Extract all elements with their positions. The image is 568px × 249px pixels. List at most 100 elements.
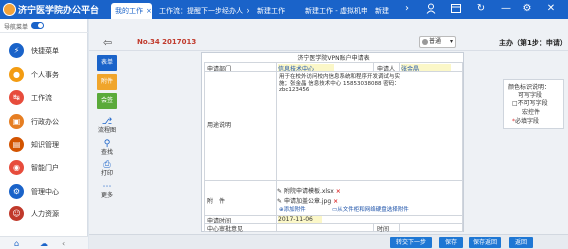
approver-value-cell (276, 223, 374, 232)
save-and-return-button[interactable]: 保存返回 (469, 237, 501, 248)
sidebar-item-label: 人力资源 (31, 210, 59, 218)
doc-number-value: 34 2017013 (150, 38, 197, 46)
sidebar-item-knowledge[interactable]: ▤ 知识管理 (0, 137, 88, 153)
desc-label: 用途说明 (207, 122, 232, 129)
time-value-cell (399, 223, 463, 232)
sidebar-item-portal[interactable]: ◉ 智能门户 (0, 160, 88, 176)
approver-label-cell: 中心审批意见 (204, 223, 277, 233)
priority-value: 普通 (429, 38, 442, 45)
sidebar-item-label: 工作流 (31, 94, 52, 102)
sidebar-item-label: 智能门户 (31, 164, 59, 172)
tool-label: 更多 (100, 192, 113, 199)
close-icon[interactable]: × (246, 7, 249, 15)
print-tool[interactable]: ⎙ 打印 (97, 160, 117, 177)
desc-textarea[interactable]: 用于在校外访问校内信息系统和程序开发调试与实施；张金晶 信息技术中心 15853… (279, 74, 404, 94)
save-button[interactable]: 保存 (439, 237, 463, 248)
sidebar-item-shortcuts[interactable]: ⚡ 快捷菜单 (0, 43, 88, 59)
tab-label: 新建 (375, 7, 389, 15)
legend-item-macro: 宏控件 (522, 109, 541, 116)
form-tab-button[interactable]: 表单 (97, 55, 117, 71)
legend-item-required: *必填字段 (512, 118, 540, 125)
flowchart-tool[interactable]: ⎇ 流程图 (97, 117, 117, 134)
refresh-icon[interactable]: ↻ (475, 3, 487, 15)
sidebar-item-workflow[interactable]: ↹ 工作流 (0, 90, 88, 106)
attachment-file-2[interactable]: ✎ 申请加盖公章.jpg × (277, 196, 338, 205)
book-icon: ▤ (9, 137, 24, 152)
settings-icon[interactable]: ⚙ (521, 3, 533, 15)
attach-label-cell: 附 件 (204, 180, 277, 216)
minimize-icon[interactable]: — (500, 3, 512, 15)
search-icon: ⚲ (103, 139, 111, 149)
time-label: 时间 (377, 226, 390, 233)
tab-label: 新建工作 - 虚拟机申请 (305, 7, 367, 15)
date-field[interactable]: 2017-11-06 (278, 216, 322, 223)
form-title: 济宁医学院VPN账户申请表 (297, 55, 370, 62)
tab-label: 工作流：提醒下一步经办人 (159, 7, 243, 15)
attachment-tab-button[interactable]: 附件 (97, 74, 117, 90)
collapse-icon[interactable]: ‹ (62, 239, 65, 248)
person-icon: ● (9, 67, 24, 82)
delete-icon[interactable]: × (336, 188, 341, 195)
nav-menu-label: 导航菜单 (4, 24, 29, 31)
calendar-icon[interactable] (450, 3, 462, 15)
attach-label: 附 件 (207, 198, 226, 205)
sidebar-item-label: 管理中心 (31, 188, 59, 196)
tab-scroll-right-icon[interactable]: › (401, 3, 413, 15)
time-label-cell: 时间 (373, 223, 400, 233)
team-icon: ☺ (9, 206, 24, 221)
color-legend: 颜色标识说明： 可写字段 □不可写字段 宏控件 *必填字段 (503, 79, 564, 129)
return-button[interactable]: 返回 (509, 237, 533, 248)
tab-new-work[interactable]: 新建工作 (253, 3, 297, 19)
sidebar-item-label: 知识管理 (31, 141, 59, 149)
nav-menu-switch[interactable] (31, 22, 44, 29)
desc-value-cell: 用于在校外访问校内信息系统和程序开发调试与实施；张金晶 信息技术中心 15853… (276, 71, 463, 181)
sidebar-item-admin[interactable]: ⚙ 管理中心 (0, 184, 88, 200)
close-window-icon[interactable]: ✕ (545, 3, 557, 15)
select-from-cabinet-link[interactable]: ▭从文件柜和网络硬盘选择附件 (332, 205, 409, 213)
tab-new-work-vm[interactable]: 新建工作 - 虚拟机申请 (301, 3, 367, 19)
app-title: 济宁医学院办公平台 (18, 6, 100, 16)
sidebar: 导航菜单 ⚡ 快捷菜单 ● 个人事务 ↹ 工作流 ▣ 行政办公 ▤ 知识管理 ◉… (0, 19, 88, 249)
tool-label: 流程图 (97, 127, 116, 134)
sidebar-item-hr[interactable]: ☺ 人力资源 (0, 206, 88, 222)
sidebar-bottom-bar: ⌂ ☁ ‹ (0, 236, 88, 249)
sidebar-item-label: 快捷菜单 (31, 47, 59, 55)
desc-label-cell: 用途说明 (204, 71, 277, 181)
attachment-filename: 附院申请模板.xlsx (283, 188, 334, 195)
approver-label: 中心审批意见 (207, 226, 244, 233)
more-tool[interactable]: ⋯ 更多 (97, 182, 117, 199)
delete-icon[interactable]: × (333, 198, 338, 205)
back-arrow-icon[interactable]: ⇦ (103, 36, 112, 49)
cloud-icon[interactable]: ☁ (40, 239, 48, 248)
close-icon[interactable]: × (146, 7, 152, 15)
top-bar: 济宁医学院办公平台 我的工作 × 工作流：提醒下一步经办人 × 新建工作 新建工作 … (0, 0, 568, 19)
tab-workflow-reminder[interactable]: 工作流：提醒下一步经办人 × (155, 3, 249, 19)
home-icon[interactable]: ⌂ (14, 239, 19, 248)
user-icon[interactable] (425, 3, 437, 15)
flowchart-icon: ⎇ (101, 117, 113, 127)
forward-next-step-button[interactable]: 转交下一步 (390, 237, 432, 248)
tab-new[interactable]: 新建 (371, 3, 395, 19)
sidebar-item-office[interactable]: ▣ 行政办公 (0, 114, 88, 130)
more-icon: ⋯ (102, 182, 112, 192)
gear-icon: ⚙ (9, 184, 24, 199)
attachment-filename: 申请加盖公章.jpg (283, 198, 332, 205)
legend-item-readonly: □不可写字段 (512, 100, 548, 107)
sidebar-item-personal[interactable]: ● 个人事务 (0, 67, 88, 83)
chevron-down-icon: ▾ (449, 38, 453, 45)
print-icon: ⎙ (103, 160, 111, 170)
step-label: 主办（第1步：申请） (499, 39, 567, 47)
action-toolbar: 表单 附件 会签 ⎇ 流程图 ⚲ 查找 ⎙ 打印 ⋯ 更多 (97, 55, 117, 220)
search-tool[interactable]: ⚲ 查找 (97, 139, 117, 156)
tab-label: 新建工作 (257, 7, 285, 15)
sidebar-item-label: 个人事务 (31, 71, 59, 79)
countersign-tab-button[interactable]: 会签 (97, 93, 117, 109)
priority-select[interactable]: 普通 ▾ (419, 36, 456, 48)
add-attachment-link[interactable]: ⊕添加附件 (279, 205, 306, 213)
tab-my-work[interactable]: 我的工作 × (111, 3, 152, 19)
attachment-file-1[interactable]: ✎ 附院申请模板.xlsx × (277, 186, 341, 195)
workflow-icon: ↹ (9, 90, 24, 105)
school-logo-icon (3, 3, 16, 16)
paperclip-icon: ✎ (277, 188, 283, 195)
doc-number-label: No. (137, 38, 151, 46)
